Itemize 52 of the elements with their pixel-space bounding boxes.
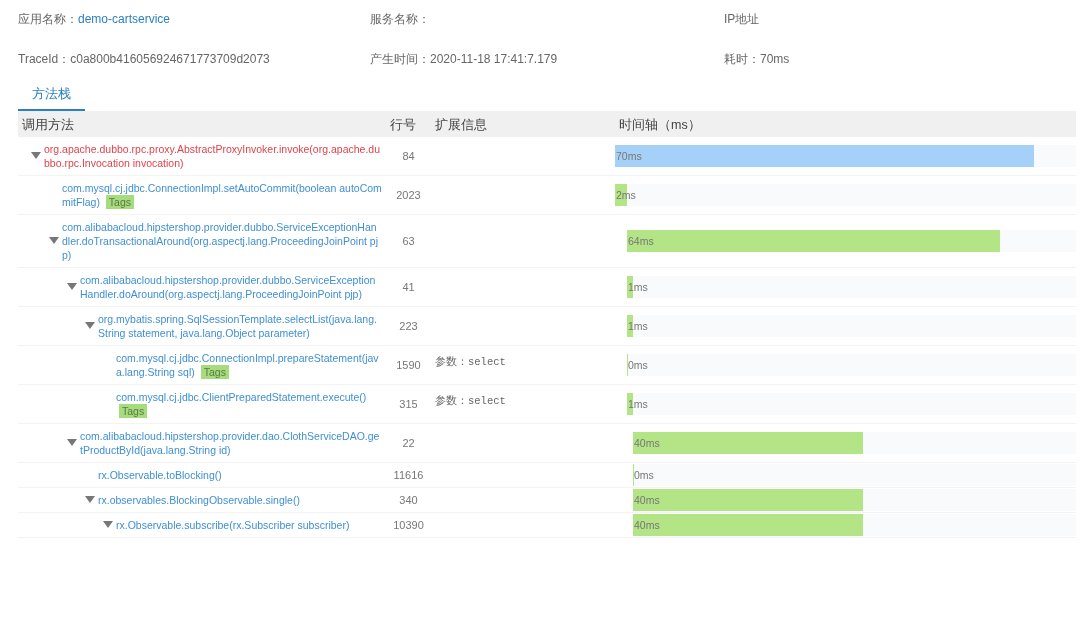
collapse-triangle-icon[interactable]: [28, 151, 44, 161]
extension-info: 参数：select: [435, 354, 506, 369]
method-name: com.alibabacloud.hipstershop.provider.dubbo.ServiceExceptionHandler.doTransactionalAround(org.aspectj.lang.ProceedingJoinPoint pjp): [62, 219, 379, 262]
trace-id-value: c0a800b416056924671773709d2073: [70, 51, 270, 68]
line-number: 315: [399, 396, 418, 411]
duration-label: 40ms: [633, 517, 660, 532]
line-number: 84: [402, 148, 415, 163]
line-number: 11616: [393, 467, 424, 482]
field-label: 服务名称：: [370, 11, 430, 28]
method-name: org.mybatis.spring.SqlSessionTemplate.selectList(java.lang.String statement, java.lang.Object parameter): [98, 311, 378, 340]
method-name: rx.Observable.subscribe(rx.Subscriber subscriber): [116, 517, 351, 532]
line-number: 22: [402, 435, 415, 450]
collapse-triangle-icon[interactable]: [64, 282, 80, 292]
duration-label: 70ms: [616, 148, 642, 163]
collapse-triangle-icon[interactable]: [82, 495, 98, 505]
method-name: rx.observables.BlockingObservable.single(): [98, 492, 301, 507]
line-number: 223: [399, 318, 418, 333]
duration-label: 40ms: [633, 435, 660, 450]
time-value: 2020-11-18 17:41:7.179: [430, 51, 558, 68]
method-name: org.apache.dubbo.rpc.proxy.AbstractProxyInvoker.invoke(org.apache.dubbo.rpc.Invocation invocation): [44, 141, 381, 170]
method-name: com.alibabacloud.hipstershop.provider.dao.ClothServiceDAO.getProductById(java.lang.String id): [80, 428, 381, 457]
method-name: com.mysql.cj.jdbc.ClientPreparedStatement.execute() Tags: [116, 389, 368, 418]
line-number: 1590: [396, 357, 421, 372]
collapse-triangle-icon[interactable]: [46, 236, 62, 246]
method-name: rx.Observable.toBlocking(): [98, 467, 223, 482]
column-header: 行号: [386, 110, 431, 137]
field-label: 产生时间：: [370, 51, 430, 68]
collapse-triangle-icon[interactable]: [82, 321, 98, 331]
column-header: 扩展信息: [431, 110, 615, 137]
method-name: com.mysql.cj.jdbc.ConnectionImpl.prepareStatement(java.lang.String sql) Tags: [116, 350, 380, 379]
field-label: IP地址: [724, 11, 761, 28]
duration-label: 0ms: [628, 357, 648, 372]
duration-value: 70ms: [760, 51, 790, 68]
method-name: com.mysql.cj.jdbc.ConnectionImpl.setAutoCommit(boolean autoCommitFlag) Tags: [62, 180, 382, 209]
line-number: 340: [399, 492, 418, 507]
field-label: TraceId：: [18, 51, 71, 68]
method-name: com.alibabacloud.hipstershop.provider.dubbo.ServiceExceptionHandler.doAround(org.aspectj.lang.ProceedingJoinPoint pjp): [80, 272, 377, 301]
app-name-link[interactable]: demo-cartservice: [78, 10, 171, 28]
line-number: 2023: [396, 187, 421, 202]
collapse-triangle-icon[interactable]: [100, 520, 116, 530]
line-number: 10390: [393, 517, 424, 532]
duration-label: 0ms: [633, 467, 654, 482]
extension-info: 参数：select: [435, 393, 506, 408]
field-label: 耗时：: [724, 51, 760, 68]
collapse-triangle-icon[interactable]: [64, 438, 80, 448]
line-number: 63: [402, 233, 415, 248]
column-header: 调用方法: [18, 110, 386, 137]
line-number: 41: [402, 279, 415, 294]
duration-label: 64ms: [628, 233, 654, 248]
field-label: 应用名称：: [18, 11, 78, 28]
duration-label: 40ms: [633, 492, 660, 507]
column-header: 时间轴（ms）: [615, 110, 1076, 137]
